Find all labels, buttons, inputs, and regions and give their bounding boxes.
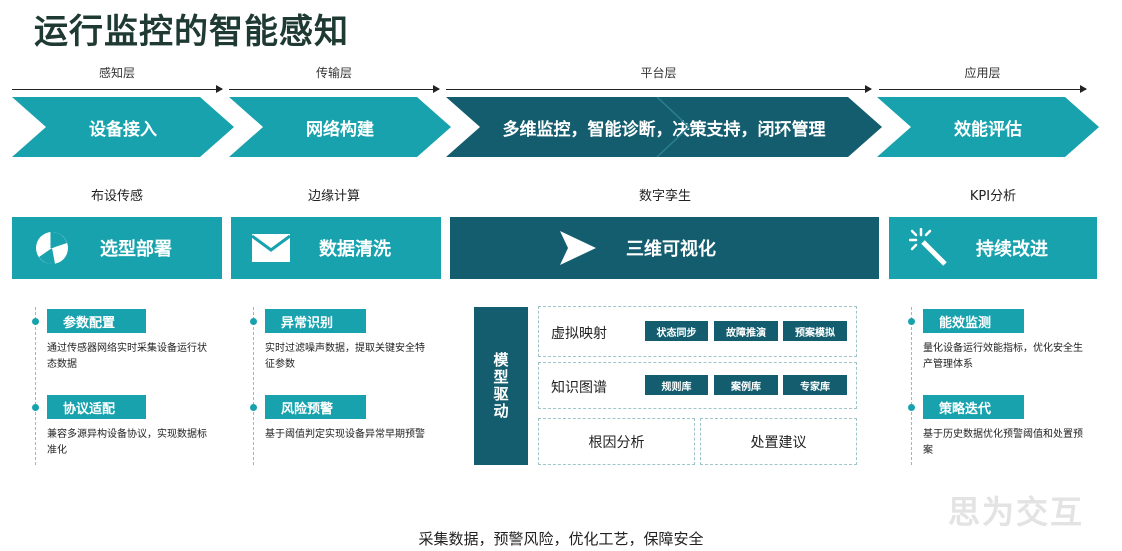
caption-twin: 数字孪生 bbox=[638, 189, 691, 204]
handling-suggestion: 处置建议 bbox=[700, 418, 857, 465]
layer-platform: 平台层 bbox=[446, 64, 872, 94]
box-3d-visualization: 三维可视化 bbox=[450, 217, 879, 279]
tag-protocol-adapt: 协议适配 bbox=[47, 395, 146, 419]
box-data-cleaning: 数据清洗 bbox=[231, 217, 441, 279]
timeline-dot bbox=[908, 404, 915, 411]
page-title: 运行监控的智能感知 bbox=[34, 12, 349, 52]
tag-strategy-iterate: 策略迭代 bbox=[923, 395, 1024, 419]
box-continuous-improve: 持续改进 bbox=[889, 217, 1097, 279]
timeline-dot bbox=[32, 404, 39, 411]
desc-risk-warning: 基于阈值判定实现设备异常早期预警 bbox=[265, 429, 425, 440]
tag-risk-warning: 风险预警 bbox=[265, 395, 366, 419]
chip-rule-base: 规则库 bbox=[645, 375, 708, 395]
box-label: 三维可视化 bbox=[626, 239, 716, 260]
model-driven-label: 模型驱动 bbox=[474, 307, 528, 465]
chevron-efficiency-eval: 效能评估 bbox=[877, 97, 1099, 157]
caption-sensor: 布设传感 bbox=[90, 189, 143, 204]
desc-strategy-iterate: 基于历史数据优化预警阈值和处置预案 bbox=[923, 429, 1083, 456]
timeline-line bbox=[253, 307, 254, 465]
send-arrow-icon bbox=[550, 229, 606, 267]
box-label: 数据清洗 bbox=[319, 239, 391, 260]
caption-kpi: KPI分析 bbox=[969, 189, 1017, 204]
tag-param-config: 参数配置 bbox=[47, 309, 146, 333]
tag-anomaly-detect: 异常识别 bbox=[265, 309, 366, 333]
layer-arrow bbox=[879, 85, 1087, 93]
layer-label: 传输层 bbox=[315, 66, 352, 80]
chip-fault-deduce: 故障推演 bbox=[714, 321, 778, 341]
desc-param-config: 通过传感器网络实时采集设备运行状态数据 bbox=[47, 343, 207, 370]
layer-arrow bbox=[229, 85, 440, 93]
chevron-device-access: 设备接入 bbox=[12, 97, 234, 157]
layer-arrow bbox=[12, 85, 223, 93]
desc-anomaly-detect: 实时过滤噪声数据，提取关键安全特征参数 bbox=[265, 343, 425, 370]
box-label: 持续改进 bbox=[976, 239, 1048, 260]
timeline-dot bbox=[250, 404, 257, 411]
layer-transport: 传输层 bbox=[229, 64, 440, 94]
row-label: 知识图谱 bbox=[551, 380, 607, 396]
layer-perception: 感知层 bbox=[12, 64, 223, 94]
chip-state-sync: 状态同步 bbox=[645, 321, 708, 341]
box-select-deploy: 选型部署 bbox=[12, 217, 222, 279]
chevron-network-build: 网络构建 bbox=[229, 97, 451, 157]
timeline-dot bbox=[32, 318, 39, 325]
layer-arrow bbox=[446, 85, 872, 93]
magic-wand-icon bbox=[901, 228, 957, 268]
timeline-line bbox=[911, 307, 912, 465]
chevron-label: 设备接入 bbox=[89, 119, 157, 140]
chip-expert-base: 专家库 bbox=[783, 375, 847, 395]
chevron-platform-functions: 多维监控，智能诊断，决策支持，闭环管理 bbox=[446, 97, 882, 157]
desc-protocol-adapt: 兼容多源异构设备协议，实现数据标准化 bbox=[47, 429, 207, 456]
row-label: 虚拟映射 bbox=[551, 326, 607, 342]
timeline-dot bbox=[908, 318, 915, 325]
tag-efficiency-monitor: 能效监测 bbox=[923, 309, 1024, 333]
root-cause-analysis: 根因分析 bbox=[538, 418, 695, 465]
pie-chart-icon bbox=[24, 229, 80, 267]
layer-label: 应用层 bbox=[964, 66, 1001, 80]
timeline-line bbox=[35, 307, 36, 465]
box-label: 选型部署 bbox=[100, 239, 172, 260]
chevron-label: 效能评估 bbox=[954, 119, 1022, 140]
desc-efficiency-monitor: 量化设备运行效能指标，优化安全生产管理体系 bbox=[923, 343, 1083, 370]
layer-label: 感知层 bbox=[98, 66, 135, 80]
chevron-label: 多维监控，智能诊断，决策支持，闭环管理 bbox=[502, 119, 826, 140]
chip-case-base: 案例库 bbox=[714, 375, 778, 395]
layer-label: 平台层 bbox=[640, 66, 677, 80]
watermark: 思为交互 bbox=[948, 493, 1085, 531]
chip-plan-simulate: 预案模拟 bbox=[783, 321, 847, 341]
caption-edge: 边缘计算 bbox=[307, 189, 360, 204]
chevron-label: 网络构建 bbox=[306, 119, 374, 140]
layer-application: 应用层 bbox=[879, 64, 1087, 94]
envelope-icon bbox=[243, 233, 299, 263]
timeline-dot bbox=[250, 318, 257, 325]
